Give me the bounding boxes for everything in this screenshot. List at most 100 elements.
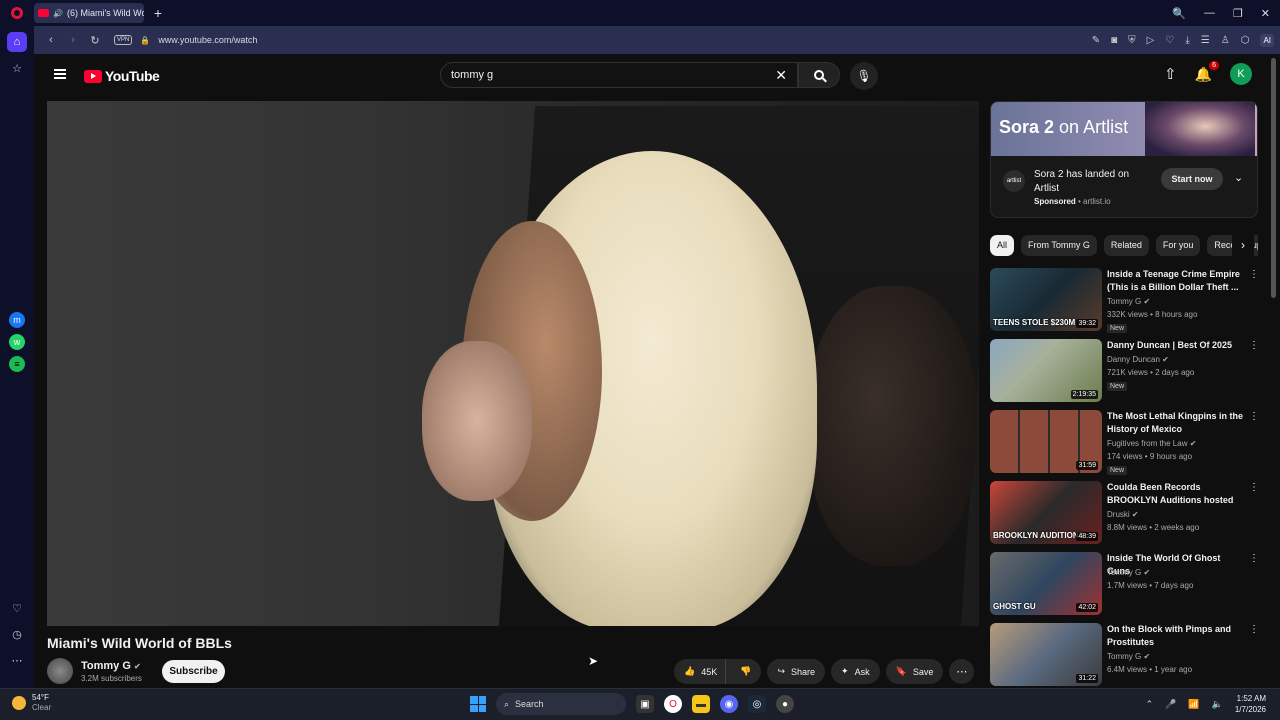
ad-title[interactable]: Sora 2 has landed on Artlist: [1034, 168, 1146, 196]
shield-icon[interactable]: ⛨: [1128, 35, 1136, 46]
share-button[interactable]: ↪ Share: [767, 659, 826, 684]
create-upload-icon[interactable]: ⇧: [1164, 65, 1177, 83]
video-thumbnail[interactable]: 31:22: [990, 623, 1102, 686]
channel-name[interactable]: Tommy G: [81, 660, 131, 672]
speaker-icon[interactable]: 🔊: [53, 9, 63, 18]
notifications-bell-icon[interactable]: 🔔 6: [1195, 60, 1219, 83]
lock-icon[interactable]: 🔒: [140, 36, 150, 45]
more-dots-icon[interactable]: ⋯: [7, 650, 27, 670]
recommendation-channel[interactable]: Tommy G ✔: [1107, 297, 1150, 306]
url-field[interactable]: www.youtube.com/watch: [158, 35, 257, 45]
messenger-icon[interactable]: m: [9, 312, 25, 328]
weather-widget[interactable]: 54°F Clear: [12, 693, 51, 713]
ask-button[interactable]: ✦ Ask: [831, 659, 880, 684]
close-window-button[interactable]: ✕: [1261, 7, 1270, 20]
recommendation-title[interactable]: Inside a Teenage Crime Empire (This is a…: [1107, 268, 1245, 294]
system-clock[interactable]: 1:52 AM 1/7/2026: [1235, 693, 1266, 715]
chevron-down-icon[interactable]: ⌄: [1234, 171, 1243, 184]
chip-for-you[interactable]: For you: [1155, 234, 1201, 256]
recommendation-item[interactable]: 31:22 On the Block with Pimps and Prostit…: [990, 623, 1260, 694]
profile-icon[interactable]: ♙: [1221, 35, 1230, 46]
recommendation-title[interactable]: Coulda Been Records BROOKLYN Auditions h…: [1107, 481, 1245, 507]
save-button[interactable]: 🔖 Save: [885, 659, 944, 684]
recommendation-item[interactable]: BROOKLYN AUDITIONS 48:39 Coulda Been Recor…: [990, 481, 1260, 552]
menu-lines-icon[interactable]: ☰: [1201, 35, 1210, 46]
recommendation-item[interactable]: 31:59 The Most Lethal Kingpins in the His…: [990, 410, 1260, 481]
heart-icon[interactable]: ♡: [7, 598, 27, 618]
search-input[interactable]: tommy g ✕: [440, 62, 798, 88]
history-clock-icon[interactable]: ◷: [7, 624, 27, 644]
subscribe-button[interactable]: Subscribe: [162, 660, 225, 683]
minimize-button[interactable]: —: [1204, 7, 1215, 19]
video-thumbnail[interactable]: 2:19:35: [990, 339, 1102, 402]
bookmarks-star-icon[interactable]: ☆: [7, 58, 27, 78]
edit-icon[interactable]: ✎: [1092, 35, 1100, 46]
steam-icon[interactable]: ◎: [748, 695, 766, 713]
chevron-right-icon[interactable]: ›: [1232, 234, 1254, 256]
app-icon[interactable]: ●: [776, 695, 794, 713]
recommendation-item[interactable]: 2:19:35 Danny Duncan | Best Of 2025 Danny …: [990, 339, 1260, 410]
tray-chevron-up-icon[interactable]: ⌃: [1146, 699, 1154, 710]
more-vert-icon[interactable]: ⋮: [1249, 411, 1259, 422]
discord-icon[interactable]: ◉: [720, 695, 738, 713]
browser-tab-active[interactable]: 🔊 (6) Miami's Wild Worl...: [34, 3, 144, 23]
camera-icon[interactable]: ◙: [1111, 35, 1117, 46]
task-view-icon[interactable]: ▣: [636, 695, 654, 713]
maximize-button[interactable]: ❐: [1233, 7, 1243, 20]
wifi-icon[interactable]: 📶: [1188, 699, 1199, 710]
channel-avatar[interactable]: [47, 658, 73, 684]
spotify-icon[interactable]: ≡: [9, 356, 25, 372]
ai-button[interactable]: AI: [1260, 33, 1274, 47]
play-icon[interactable]: ▷: [1147, 35, 1155, 46]
video-thumbnail[interactable]: 31:59: [990, 410, 1102, 473]
youtube-logo[interactable]: YouTube: [84, 68, 160, 84]
recommendation-channel[interactable]: Fugitives from the Law ✔: [1107, 439, 1196, 448]
back-icon[interactable]: ‹: [40, 34, 62, 46]
extension-cube-icon[interactable]: ⬡: [1241, 35, 1250, 46]
more-vert-icon[interactable]: ⋮: [1249, 269, 1259, 280]
video-thumbnail[interactable]: TEENS STOLE $230M 39:32: [990, 268, 1102, 331]
page-scrollbar[interactable]: [1271, 58, 1276, 298]
forward-icon[interactable]: ›: [62, 34, 84, 46]
vpn-badge[interactable]: VPN: [114, 35, 133, 45]
home-icon[interactable]: ⌂: [7, 32, 27, 52]
microphone-tray-icon[interactable]: 🎤: [1165, 699, 1176, 710]
recommendation-channel[interactable]: Tommy G ✔: [1107, 652, 1150, 661]
video-thumbnail[interactable]: BROOKLYN AUDITIONS 48:39: [990, 481, 1102, 544]
recommendation-title[interactable]: On the Block with Pimps and Prostitutes: [1107, 623, 1245, 649]
video-thumbnail[interactable]: GHOST GU 42:02: [990, 552, 1102, 615]
chip-related[interactable]: Related: [1103, 234, 1149, 256]
reload-icon[interactable]: ↻: [84, 34, 106, 47]
more-actions-icon[interactable]: ⋯: [949, 659, 975, 684]
recommendation-item[interactable]: TEENS STOLE $230M 39:32 Inside a Teenage C…: [990, 268, 1260, 339]
opera-taskbar-icon[interactable]: O: [664, 695, 682, 713]
recommendation-channel[interactable]: Danny Duncan ✔: [1107, 355, 1169, 364]
recommendation-title[interactable]: The Most Lethal Kingpins in the History …: [1107, 410, 1245, 436]
dislike-button[interactable]: 👎: [732, 659, 761, 684]
clear-search-icon[interactable]: ✕: [775, 67, 787, 84]
more-vert-icon[interactable]: ⋮: [1249, 340, 1259, 351]
recommendation-title[interactable]: Danny Duncan | Best Of 2025: [1107, 339, 1245, 352]
heart-outline-icon[interactable]: ♡: [1165, 35, 1174, 46]
tab-search-icon[interactable]: 🔍: [1172, 7, 1186, 20]
more-vert-icon[interactable]: ⋮: [1249, 624, 1259, 635]
hamburger-menu-icon[interactable]: [54, 69, 66, 79]
chip-from-tommy-g[interactable]: From Tommy G: [1021, 234, 1097, 256]
file-explorer-icon[interactable]: ▬: [692, 695, 710, 713]
video-player[interactable]: [47, 101, 979, 626]
ad-banner[interactable]: Sora 2 on Artlist: [991, 102, 1257, 156]
more-vert-icon[interactable]: ⋮: [1249, 553, 1259, 564]
windows-start-icon[interactable]: [470, 696, 486, 712]
recommendation-channel[interactable]: Druski ✔: [1107, 510, 1139, 519]
recommendation-channel[interactable]: Tommy G ✔: [1107, 568, 1150, 577]
chip-all[interactable]: All: [990, 234, 1015, 256]
start-now-button[interactable]: Start now: [1161, 168, 1223, 190]
taskbar-search[interactable]: ⌕ Search: [496, 693, 626, 715]
new-tab-button[interactable]: +: [150, 5, 166, 21]
search-button[interactable]: [798, 62, 840, 88]
download-icon[interactable]: ⤓: [1185, 35, 1189, 46]
voice-search-mic-icon[interactable]: 🎙: [850, 62, 878, 90]
opera-logo-icon[interactable]: [0, 0, 34, 26]
like-button[interactable]: 👍 45K: [674, 659, 727, 684]
sponsored-ad-card[interactable]: Sora 2 on Artlist artlist Sora 2 has lan…: [990, 101, 1258, 218]
